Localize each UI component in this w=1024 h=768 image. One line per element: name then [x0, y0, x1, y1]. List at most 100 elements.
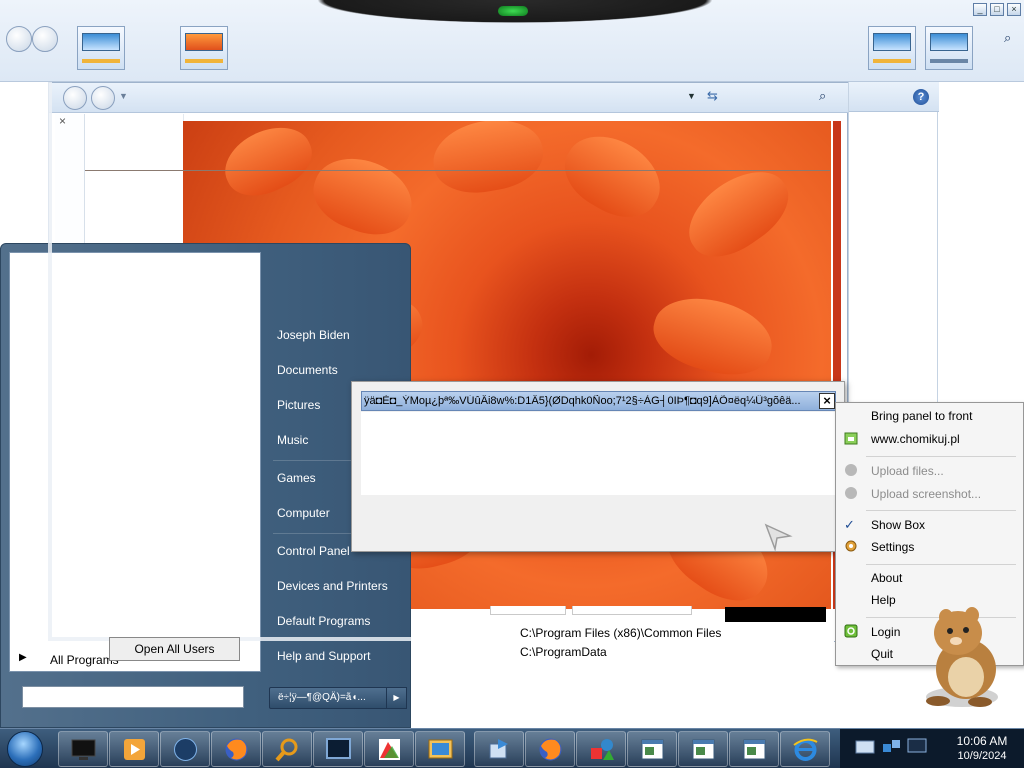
menu-item-bring-panel-to-front[interactable]: Bring panel to front [871, 409, 972, 423]
popup-title-bar: ÿä◘È◘_ÝMoµ¿þª‰VÚûÂi8w%:D1Â5}(ØDqhk0Ñoo;7… [361, 391, 836, 411]
menu-item-show-box[interactable]: Show Box [871, 518, 925, 532]
menu-item-upload-screenshot: Upload screenshot... [871, 487, 982, 501]
menu-separator [866, 456, 1016, 457]
globe-icon [174, 738, 197, 761]
taskbar-button-9[interactable] [474, 731, 524, 767]
maximize-button[interactable]: □ [990, 3, 1004, 16]
start-item-devices-printers[interactable]: Devices and Printers [277, 579, 388, 593]
history-chevron-icon[interactable]: ▼ [119, 91, 128, 101]
menu-item-login[interactable]: Login [871, 625, 900, 639]
start-item-games[interactable]: Games [277, 471, 316, 485]
popup-close-button[interactable]: × [819, 393, 835, 409]
menu-item-upload-files: Upload files... [871, 464, 944, 478]
detail-field-1 [490, 606, 566, 615]
menu-separator [866, 510, 1016, 511]
shapes-icon [591, 739, 614, 760]
send-icon[interactable] [763, 522, 793, 552]
taskbar-button-15[interactable] [780, 731, 830, 767]
taskbar-button-6[interactable] [313, 731, 363, 767]
taskbar-button-13[interactable] [678, 731, 728, 767]
picture-viewer-icon [428, 739, 453, 759]
menu-item-help[interactable]: Help [871, 593, 896, 607]
garbled-popup-window: ÿä◘È◘_ÝMoµ¿þª‰VÚûÂi8w%:D1Â5}(ØDqhk0Ñoo;7… [351, 381, 845, 552]
divider-line [85, 170, 830, 171]
taskbar-button-2[interactable] [109, 731, 159, 767]
start-item-control-panel[interactable]: Control Panel [277, 544, 350, 558]
taskbar-clock[interactable]: 10:06 AM 10/9/2024 [940, 729, 1024, 768]
taskbar-button-3[interactable] [160, 731, 210, 767]
toolbar-thumbnail-3[interactable] [868, 26, 916, 70]
magnifier-icon [275, 738, 298, 762]
start-button[interactable] [7, 731, 43, 767]
forward-button[interactable] [32, 26, 58, 52]
start-item-default-programs[interactable]: Default Programs [277, 614, 370, 628]
screen-icon [326, 738, 351, 759]
close-button[interactable]: × [1007, 3, 1021, 16]
start-item-help-support[interactable]: Help and Support [277, 649, 370, 663]
explorer-search-icon[interactable]: ⌕ [819, 88, 826, 104]
system-tray [840, 729, 940, 768]
taskbar-button-10[interactable] [525, 731, 575, 767]
window-icon [743, 739, 766, 760]
taskbar-button-4[interactable] [211, 731, 261, 767]
detail-black-bar [725, 607, 826, 623]
monitor-icon [71, 739, 96, 760]
taskbar: 10:06 AM 10/9/2024 [0, 728, 1024, 768]
tray-network-icon[interactable] [880, 735, 902, 757]
menu-separator [866, 564, 1016, 565]
back-button[interactable] [6, 26, 32, 52]
help-icon[interactable]: ? [913, 89, 929, 105]
detail-path-common-files[interactable]: C:\Program Files (x86)\Common Files [520, 626, 721, 640]
start-item-documents[interactable]: Documents [277, 363, 338, 377]
toolbar-thumbnail-4[interactable] [925, 26, 973, 70]
toolbar-thumbnail-1[interactable] [77, 26, 125, 70]
tray-app-icon[interactable] [854, 735, 876, 757]
refresh-icon[interactable]: ⇆ [707, 88, 718, 104]
taskbar-button-8[interactable] [415, 731, 465, 767]
popup-title-text: ÿä◘È◘_ÝMoµ¿þª‰VÚûÂi8w%:D1Â5}(ØDqhk0Ñoo;7… [364, 395, 801, 407]
explorer-nav-bar: ▼ ▼ ⇆ ⌕ [49, 83, 849, 113]
taskbar-button-7[interactable] [364, 731, 414, 767]
firefox-icon [225, 738, 248, 761]
start-item-music[interactable]: Music [277, 433, 308, 447]
clock-date: 10/9/2024 [957, 750, 1007, 762]
search-icon[interactable]: ⌕ [1004, 30, 1011, 46]
menu-item-quit[interactable]: Quit [871, 647, 893, 661]
taskbar-button-11[interactable] [576, 731, 626, 767]
network-transfer-icon [489, 739, 508, 759]
tray-display-icon[interactable] [906, 735, 928, 757]
checkmark-icon: ✓ [844, 517, 855, 532]
open-all-users-button[interactable]: Open All Users [109, 637, 240, 661]
home-icon [844, 432, 858, 445]
minimize-button[interactable]: _ [973, 3, 987, 16]
shutdown-button[interactable]: ë÷¦ÿ—¶@QÄ)=ã◖... [269, 687, 387, 709]
popup-message-area[interactable] [361, 412, 836, 495]
menu-item-settings[interactable]: Settings [871, 540, 914, 554]
upload-screenshot-icon [845, 487, 857, 499]
taskbar-button-14[interactable] [729, 731, 779, 767]
internet-explorer-icon [793, 738, 818, 761]
start-item-pictures[interactable]: Pictures [277, 398, 320, 412]
hamster-mascot-icon[interactable] [918, 605, 1006, 709]
clock-time: 10:06 AM [956, 734, 1008, 748]
shutdown-options-arrow-icon[interactable]: ▶ [387, 687, 407, 709]
taskbar-button-12[interactable] [627, 731, 677, 767]
address-dropdown-icon[interactable]: ▼ [687, 91, 696, 101]
explorer-forward-button[interactable] [91, 86, 115, 110]
explorer-back-button[interactable] [63, 86, 87, 110]
menu-item-about[interactable]: About [871, 571, 902, 585]
pane-close-icon[interactable]: × [59, 114, 66, 128]
taskbar-button-1[interactable] [58, 731, 108, 767]
menu-item-website[interactable]: www.chomikuj.pl [871, 432, 960, 446]
all-programs-arrow-icon: ▶ [19, 652, 27, 663]
login-icon [844, 624, 858, 638]
detail-path-programdata[interactable]: C:\ProgramData [520, 645, 607, 659]
window-icon [641, 739, 664, 760]
start-item-computer[interactable]: Computer [277, 506, 330, 520]
taskbar-button-5[interactable] [262, 731, 312, 767]
explorer-details-list: C:\Program Files (x86)\Common Files C:\P… [410, 622, 834, 664]
start-search-input[interactable] [22, 686, 244, 708]
paint-icon [379, 739, 400, 760]
start-item-user[interactable]: Joseph Biden [277, 328, 350, 342]
toolbar-thumbnail-2[interactable] [180, 26, 228, 70]
